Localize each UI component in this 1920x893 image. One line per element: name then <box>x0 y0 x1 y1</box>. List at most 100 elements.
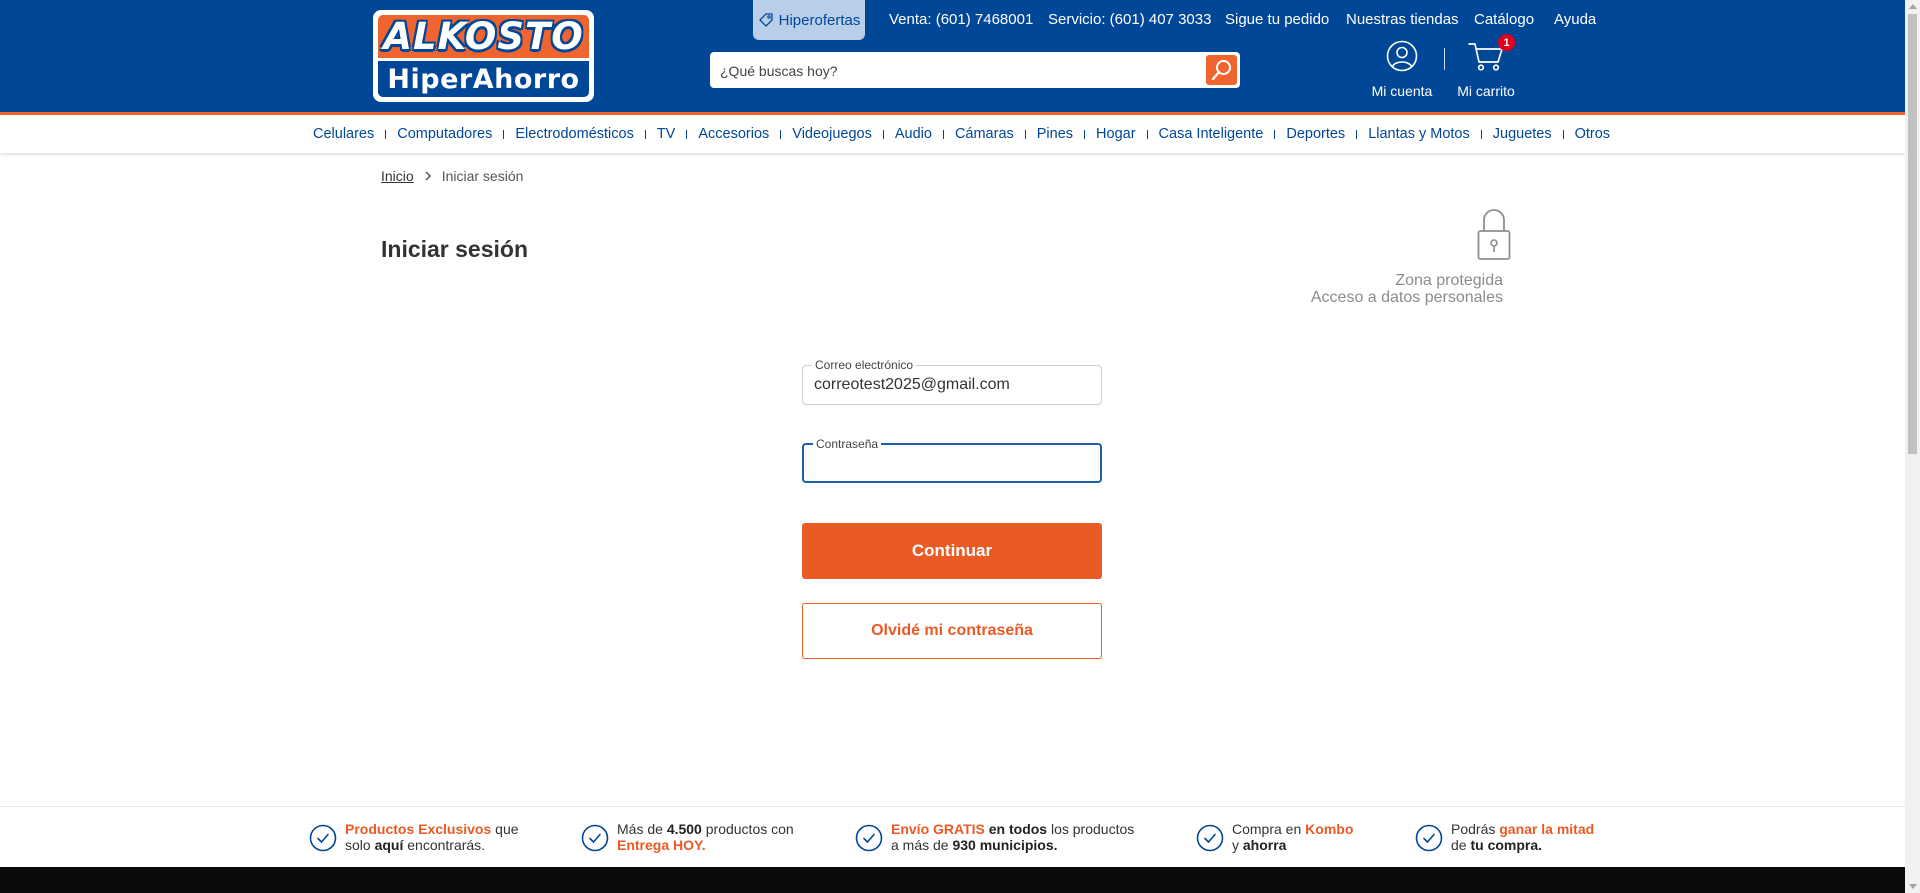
logo-brand-text: ALKOSTO <box>378 15 589 59</box>
benefits-bar: Productos Exclusivos que solo aquí encont… <box>0 806 1905 868</box>
category-link[interactable]: Llantas y Motos <box>1368 126 1470 142</box>
benefit-text-segment: Envío GRATIS <box>891 821 985 837</box>
category-separator <box>1356 129 1358 139</box>
category-separator <box>385 129 387 139</box>
category-link[interactable]: Audio <box>895 126 932 142</box>
benefit-text-segment: los productos <box>1047 821 1135 837</box>
search-input[interactable] <box>718 52 1192 90</box>
password-field: Contraseña <box>802 437 1102 483</box>
benefit-text-segment: ganar la mitad <box>1499 821 1595 837</box>
cart-link[interactable]: 1 Mi carrito <box>1452 34 1520 99</box>
category-separator <box>686 129 688 139</box>
category-link[interactable]: Celulares <box>313 126 374 142</box>
benefit-text-segment: aquí <box>374 837 404 853</box>
breadcrumb-home-link[interactable]: Inicio <box>381 168 414 184</box>
benefit-item: Envío GRATIS en todos los productos a más… <box>855 821 1134 853</box>
search-bar <box>710 52 1240 90</box>
benefit-item: Compra en Kombo y ahorra <box>1196 821 1353 853</box>
check-circle-icon <box>581 824 609 852</box>
page-scrollbar[interactable] <box>1905 0 1920 893</box>
stores-link[interactable]: Nuestras tiendas <box>1346 11 1459 28</box>
category-link[interactable]: Accesorios <box>698 126 769 142</box>
page-title: Iniciar sesión <box>381 236 529 262</box>
category-separator <box>1146 129 1148 139</box>
protected-zone-title: Zona protegida <box>1395 272 1503 289</box>
benefit-text-segment: ahorra <box>1242 837 1287 853</box>
category-separator <box>1274 129 1276 139</box>
category-link[interactable]: Videojuegos <box>792 126 872 142</box>
category-separator <box>942 129 944 139</box>
benefit-text-segment: Compra en <box>1232 821 1306 837</box>
continue-button[interactable]: Continuar <box>802 523 1102 579</box>
category-separator <box>1480 129 1482 139</box>
logo-tagline-text: HiperAhorro <box>378 58 589 97</box>
account-link[interactable]: Mi cuenta <box>1366 40 1438 99</box>
cart-label: Mi carrito <box>1457 83 1515 99</box>
lock-icon <box>1477 209 1511 260</box>
category-link[interactable]: Computadores <box>397 126 492 142</box>
benefit-text-segment: Productos Exclusivos <box>345 821 492 837</box>
check-circle-icon <box>309 824 337 852</box>
benefit-text-segment: de <box>1451 837 1471 853</box>
scroll-down-arrow[interactable] <box>1909 884 1917 889</box>
service-phone-link[interactable]: Servicio: (601) 407 3033 <box>1048 11 1211 28</box>
email-input[interactable] <box>814 366 1090 404</box>
breadcrumb-current: Iniciar sesión <box>441 168 524 184</box>
benefit-text-segment: Más de <box>617 821 667 837</box>
category-link[interactable]: Juguetes <box>1493 126 1552 142</box>
category-link[interactable]: TV <box>657 126 676 142</box>
benefit-text: Podrás ganar la mitad de tu compra. <box>1451 821 1594 853</box>
category-list: Celulares Computadores Electrodomésticos TV… <box>313 115 1610 153</box>
search-button[interactable] <box>1206 55 1237 85</box>
benefit-text-segment: en todos <box>988 821 1048 837</box>
check-circle-icon <box>1196 824 1224 852</box>
category-separator <box>882 129 884 139</box>
benefit-text-segment: encontrarás. <box>403 837 486 853</box>
catalog-link[interactable]: Catálogo <box>1474 11 1534 28</box>
category-separator <box>1024 129 1026 139</box>
tag-icon <box>758 13 773 27</box>
category-link[interactable]: Casa Inteligente <box>1159 126 1264 142</box>
benefit-text-segment: que <box>491 821 519 837</box>
logo-inner: ALKOSTO HiperAhorro <box>378 15 589 97</box>
track-order-link[interactable]: Sigue tu pedido <box>1225 11 1329 28</box>
footer-strip <box>0 867 1905 893</box>
category-link[interactable]: Hogar <box>1096 126 1136 142</box>
protected-zone-note: Zona protegida Acceso a datos personales <box>1311 272 1503 306</box>
benefit-text: Envío GRATIS en todos los productos a más… <box>891 821 1134 853</box>
search-icon <box>1211 60 1231 81</box>
benefit-text-segment: Kombo <box>1305 821 1354 837</box>
category-separator <box>644 129 646 139</box>
sales-phone-link[interactable]: Venta: (601) 7468001 <box>889 11 1033 28</box>
category-separator <box>780 129 782 139</box>
hiperofertas-label: Hiperofertas <box>778 11 861 29</box>
benefit-text-segment: solo <box>345 837 375 853</box>
category-separator <box>503 129 505 139</box>
scroll-thumb[interactable] <box>1908 14 1917 454</box>
hiperofertas-link[interactable]: Hiperofertas <box>753 0 865 40</box>
cart-count-badge: 1 <box>1498 34 1515 51</box>
password-input[interactable] <box>814 445 1090 481</box>
benefit-item: Podrás ganar la mitad de tu compra. <box>1415 821 1594 853</box>
account-label: Mi cuenta <box>1371 83 1433 99</box>
benefit-text-segment: Entrega HOY. <box>617 837 706 853</box>
category-link[interactable]: Cámaras <box>955 126 1014 142</box>
check-circle-icon <box>1415 824 1443 852</box>
scroll-up-arrow[interactable] <box>1909 4 1917 9</box>
benefit-text-segment: a más de <box>891 837 953 853</box>
category-link[interactable]: Deportes <box>1286 126 1345 142</box>
benefit-item: Más de 4.500 productos con Entrega HOY. <box>581 821 794 853</box>
forgot-password-button[interactable]: Olvidé mi contraseña <box>802 603 1102 659</box>
category-link[interactable]: Pines <box>1037 126 1073 142</box>
benefit-text: Compra en Kombo y ahorra <box>1232 821 1353 853</box>
benefit-text: Productos Exclusivos que solo aquí encont… <box>345 821 519 853</box>
category-link[interactable]: Otros <box>1575 126 1610 142</box>
help-link[interactable]: Ayuda <box>1554 11 1596 28</box>
check-circle-icon <box>855 824 883 852</box>
protected-zone-subtitle: Acceso a datos personales <box>1310 289 1503 306</box>
category-link[interactable]: Electrodomésticos <box>515 126 633 142</box>
user-icon <box>1386 40 1418 72</box>
benefit-text-segment: Podrás <box>1451 821 1500 837</box>
breadcrumb: Inicio Iniciar sesión <box>381 168 523 184</box>
alkosto-logo[interactable]: ALKOSTO HiperAhorro <box>373 10 594 102</box>
